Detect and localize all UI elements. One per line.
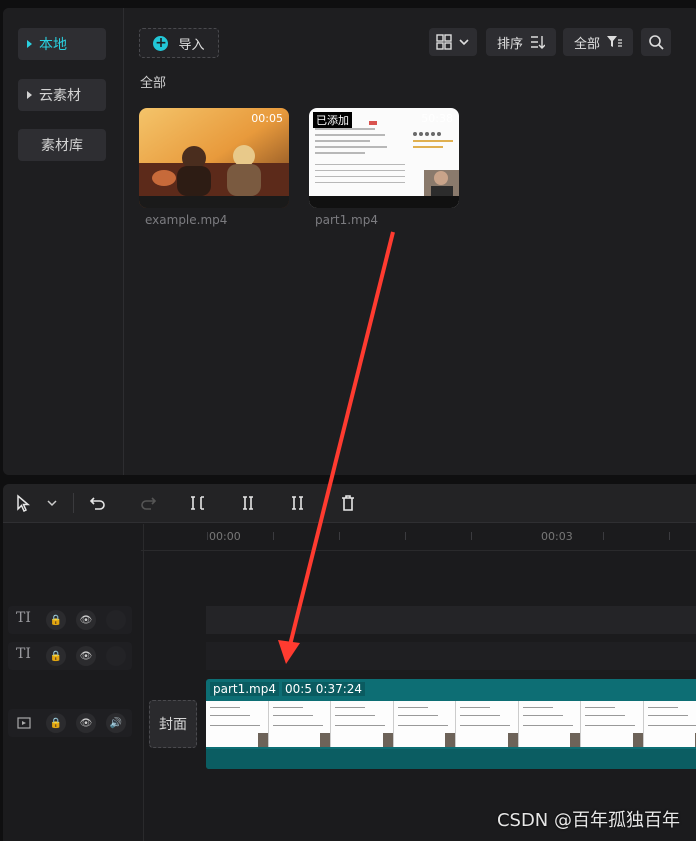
- import-button[interactable]: + 导入: [139, 28, 219, 58]
- lock-icon[interactable]: 🔒: [46, 713, 66, 733]
- plus-icon: +: [153, 34, 169, 51]
- clip-frame: [643, 701, 696, 747]
- media-item-example[interactable]: 00:05: [139, 108, 289, 208]
- search-icon: [649, 35, 664, 50]
- clip-frame: [456, 701, 519, 747]
- track-headers: TI 🔒 👁 TI 🔒 👁 🔒 👁 🔊: [3, 524, 144, 841]
- clip-frames: [206, 701, 696, 747]
- ruler-tick: [405, 532, 406, 540]
- expand-triangle-icon: [27, 91, 32, 99]
- expand-triangle-icon: [27, 40, 32, 48]
- lock-icon[interactable]: 🔒: [46, 610, 66, 630]
- sort-button[interactable]: 排序: [486, 28, 556, 56]
- eye-icon[interactable]: 👁: [76, 646, 96, 666]
- lock-icon[interactable]: 🔒: [46, 646, 66, 666]
- clip-name: part1.mp4: [210, 682, 279, 696]
- ruler-tick: [273, 532, 274, 540]
- redo-button[interactable]: [137, 492, 159, 514]
- text-track-icon: TI: [16, 646, 31, 662]
- select-tool-dropdown[interactable]: [41, 492, 63, 514]
- trim-left-icon: [243, 496, 253, 510]
- watermark: CSDN @百年孤独百年: [496, 810, 680, 831]
- track-extra-icon: [106, 610, 126, 630]
- clip-frame: [331, 701, 394, 747]
- sort-icon: [531, 36, 545, 49]
- filter-icon: [607, 36, 622, 47]
- media-filename: example.mp4: [145, 213, 228, 227]
- undo-button[interactable]: [87, 492, 109, 514]
- text-track-lane[interactable]: [206, 642, 696, 670]
- clip-frame: [206, 701, 269, 747]
- media-sidebar: 本地 云素材 素材库: [3, 8, 124, 475]
- toolbar-divider: [73, 493, 74, 513]
- category-title: 全部: [140, 76, 167, 91]
- undo-icon: [89, 497, 105, 510]
- grid-icon: [436, 34, 452, 50]
- ruler-label: 00:03: [541, 530, 573, 543]
- audio-waveform: [206, 749, 696, 769]
- ruler-tick: [603, 532, 604, 540]
- speaker-icon[interactable]: 🔊: [106, 713, 126, 733]
- cursor-arrow-icon: [17, 494, 31, 512]
- filter-label: 全部: [573, 36, 600, 52]
- text-track-header: TI 🔒 👁: [8, 606, 132, 634]
- ruler-tick: [669, 532, 670, 540]
- clip-frame: [518, 701, 581, 747]
- ruler-tick: [471, 532, 472, 540]
- redo-icon: [141, 497, 157, 510]
- clip-frame: [393, 701, 456, 747]
- delete-button[interactable]: [337, 492, 359, 514]
- timeline-toolbar: [3, 484, 696, 523]
- media-panel: 本地 云素材 素材库 + 导入 排序 全部 全部 00:05 example.m…: [3, 8, 696, 475]
- ruler-tick: [207, 532, 208, 540]
- media-filename: part1.mp4: [315, 213, 378, 227]
- import-label: 导入: [178, 37, 205, 53]
- clip-duration: 00:5 0:37:24: [282, 682, 366, 696]
- sidebar-item-label: 云素材: [39, 88, 81, 104]
- cover-button[interactable]: 封面: [149, 700, 197, 748]
- chevron-down-icon: [47, 500, 57, 507]
- chevron-down-icon: [459, 39, 469, 46]
- view-mode-button[interactable]: [429, 28, 477, 56]
- duration-badge: 00:05: [251, 112, 283, 125]
- trim-right-button[interactable]: [287, 492, 309, 514]
- eye-icon[interactable]: 👁: [76, 610, 96, 630]
- sidebar-item-label: 本地: [39, 37, 67, 53]
- video-track-icon: [14, 713, 34, 733]
- sort-label: 排序: [496, 36, 523, 52]
- sidebar-item-local[interactable]: 本地: [18, 28, 106, 60]
- select-tool-button[interactable]: [13, 492, 35, 514]
- trim-right-icon: [292, 496, 303, 510]
- track-extra-icon: [106, 646, 126, 666]
- text-track-lane[interactable]: [206, 606, 696, 634]
- eye-icon[interactable]: 👁: [76, 713, 96, 733]
- search-button[interactable]: [641, 28, 671, 56]
- video-track-header: 🔒 👁 🔊: [8, 709, 132, 737]
- filter-button[interactable]: 全部: [563, 28, 633, 56]
- text-track-header: TI 🔒 👁: [8, 642, 132, 670]
- added-badge: 已添加: [313, 112, 352, 128]
- trim-left-button[interactable]: [237, 492, 259, 514]
- clip-frame: [581, 701, 644, 747]
- sidebar-item-label: 素材库: [41, 138, 83, 154]
- clip-frame: [268, 701, 331, 747]
- split-button[interactable]: [187, 492, 209, 514]
- trash-icon: [342, 495, 354, 511]
- media-item-part1[interactable]: 已添加 50:38: [309, 108, 459, 208]
- ruler-label: 00:00: [209, 530, 241, 543]
- split-icon: [191, 496, 204, 510]
- duration-badge: 50:38: [421, 112, 453, 125]
- sidebar-item-library[interactable]: 素材库: [18, 129, 106, 161]
- sidebar-item-cloud[interactable]: 云素材: [18, 79, 106, 111]
- text-track-icon: TI: [16, 610, 31, 626]
- timeline-ruler[interactable]: 00:00 00:03: [141, 524, 696, 551]
- timeline-panel: 00:00 00:03 TI 🔒 👁 TI 🔒 👁 🔒 👁 🔊 封面 part1: [3, 484, 696, 841]
- video-clip[interactable]: part1.mp4 00:5 0:37:24: [206, 679, 696, 769]
- ruler-tick: [339, 532, 340, 540]
